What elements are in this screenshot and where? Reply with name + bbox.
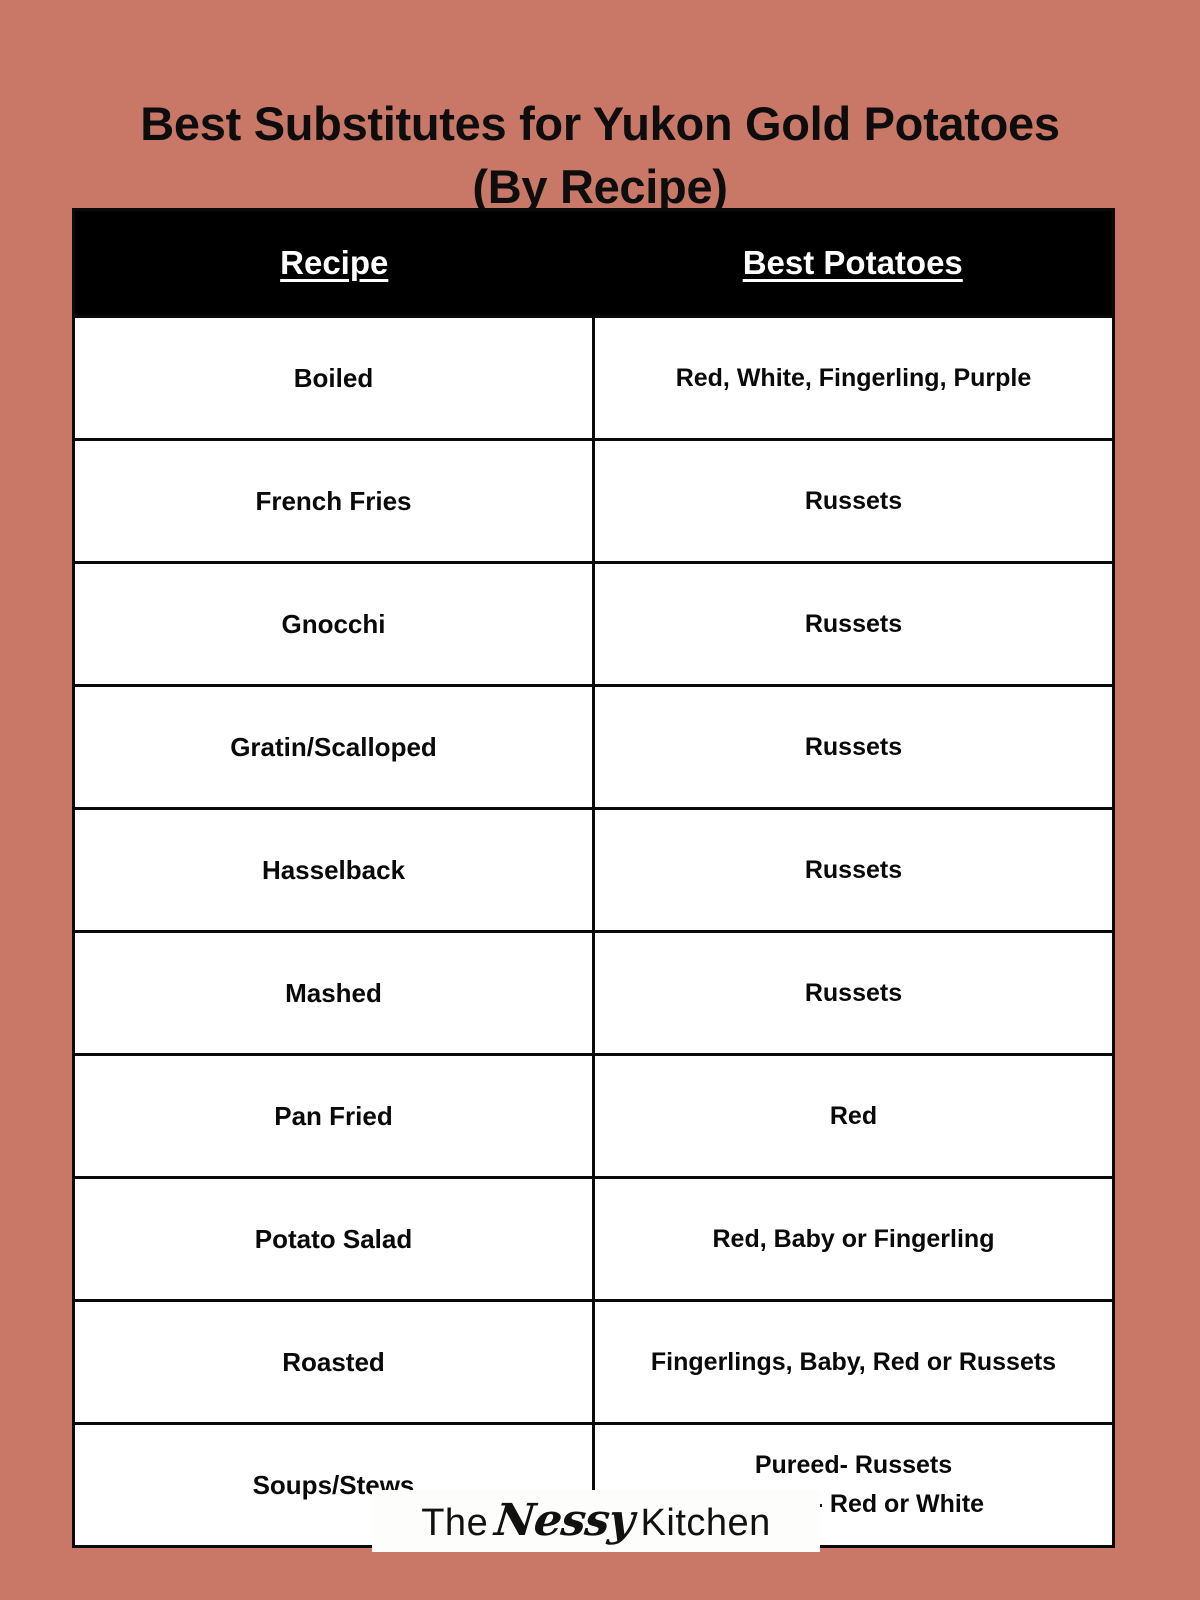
cell-recipe: French Fries xyxy=(72,438,595,564)
table-body: Boiled Red, White, Fingerling, Purple Fren… xyxy=(72,315,1115,1548)
substitutes-table: Recipe Best Potatoes Boiled Red, White, F… xyxy=(72,208,1115,1548)
cell-best-potatoes: Russets xyxy=(592,930,1115,1056)
table-row: Potato Salad Red, Baby or Fingerling xyxy=(72,1176,1115,1302)
cell-recipe: Boiled xyxy=(72,315,595,441)
cell-best-potatoes: Russets xyxy=(592,561,1115,687)
cell-best-potatoes: Red xyxy=(592,1053,1115,1179)
page-title-line-1: Best Substitutes for Yukon Gold Potatoes xyxy=(140,97,1060,151)
table-row: French Fries Russets xyxy=(72,438,1115,564)
infographic-page: Best Substitutes for Yukon Gold Potatoes… xyxy=(0,0,1200,1600)
cell-best-potatoes: Red, Baby or Fingerling xyxy=(592,1176,1115,1302)
table-row: Boiled Red, White, Fingerling, Purple xyxy=(72,315,1115,441)
table-row: Roasted Fingerlings, Baby, Red or Russets xyxy=(72,1299,1115,1425)
brand-logo-text: The Nessy Kitchen xyxy=(421,1495,771,1546)
cell-recipe: Hasselback xyxy=(72,807,595,933)
cell-best-potatoes: Russets xyxy=(592,807,1115,933)
table-row: Gnocchi Russets xyxy=(72,561,1115,687)
cell-best-potatoes: Fingerlings, Baby, Red or Russets xyxy=(592,1299,1115,1425)
brand-logo-word-kitchen: Kitchen xyxy=(640,1502,771,1544)
brand-logo-word-the: The xyxy=(421,1502,489,1544)
brand-logo-word-nessy: Nessy xyxy=(492,1495,637,1546)
cell-recipe: Pan Fried xyxy=(72,1053,595,1179)
cell-best-potatoes: Russets xyxy=(592,438,1115,564)
cell-best-potatoes: Russets xyxy=(592,684,1115,810)
cell-recipe: Gratin/Scalloped xyxy=(72,684,595,810)
substitutes-table-container: Recipe Best Potatoes Boiled Red, White, F… xyxy=(72,208,1115,1548)
cell-best-potatoes: Red, White, Fingerling, Purple xyxy=(592,315,1115,441)
cell-recipe: Gnocchi xyxy=(72,561,595,687)
page-title: Best Substitutes for Yukon Gold Potatoes… xyxy=(60,93,1140,217)
table-header: Recipe Best Potatoes xyxy=(73,209,1114,317)
column-header-recipe: Recipe xyxy=(73,209,594,317)
cell-recipe: Mashed xyxy=(72,930,595,1056)
table-row: Gratin/Scalloped Russets xyxy=(72,684,1115,810)
brand-logo: The Nessy Kitchen xyxy=(372,1490,820,1552)
cell-recipe: Roasted xyxy=(72,1299,595,1425)
cell-recipe: Potato Salad xyxy=(72,1176,595,1302)
table-row: Hasselback Russets xyxy=(72,807,1115,933)
table-row: Pan Fried Red xyxy=(72,1053,1115,1179)
column-header-best-potatoes: Best Potatoes xyxy=(593,209,1114,317)
table-row: Mashed Russets xyxy=(72,930,1115,1056)
table-header-row: Recipe Best Potatoes xyxy=(73,209,1114,317)
cell-best-potatoes-line: Pureed- Russets xyxy=(754,1451,953,1480)
